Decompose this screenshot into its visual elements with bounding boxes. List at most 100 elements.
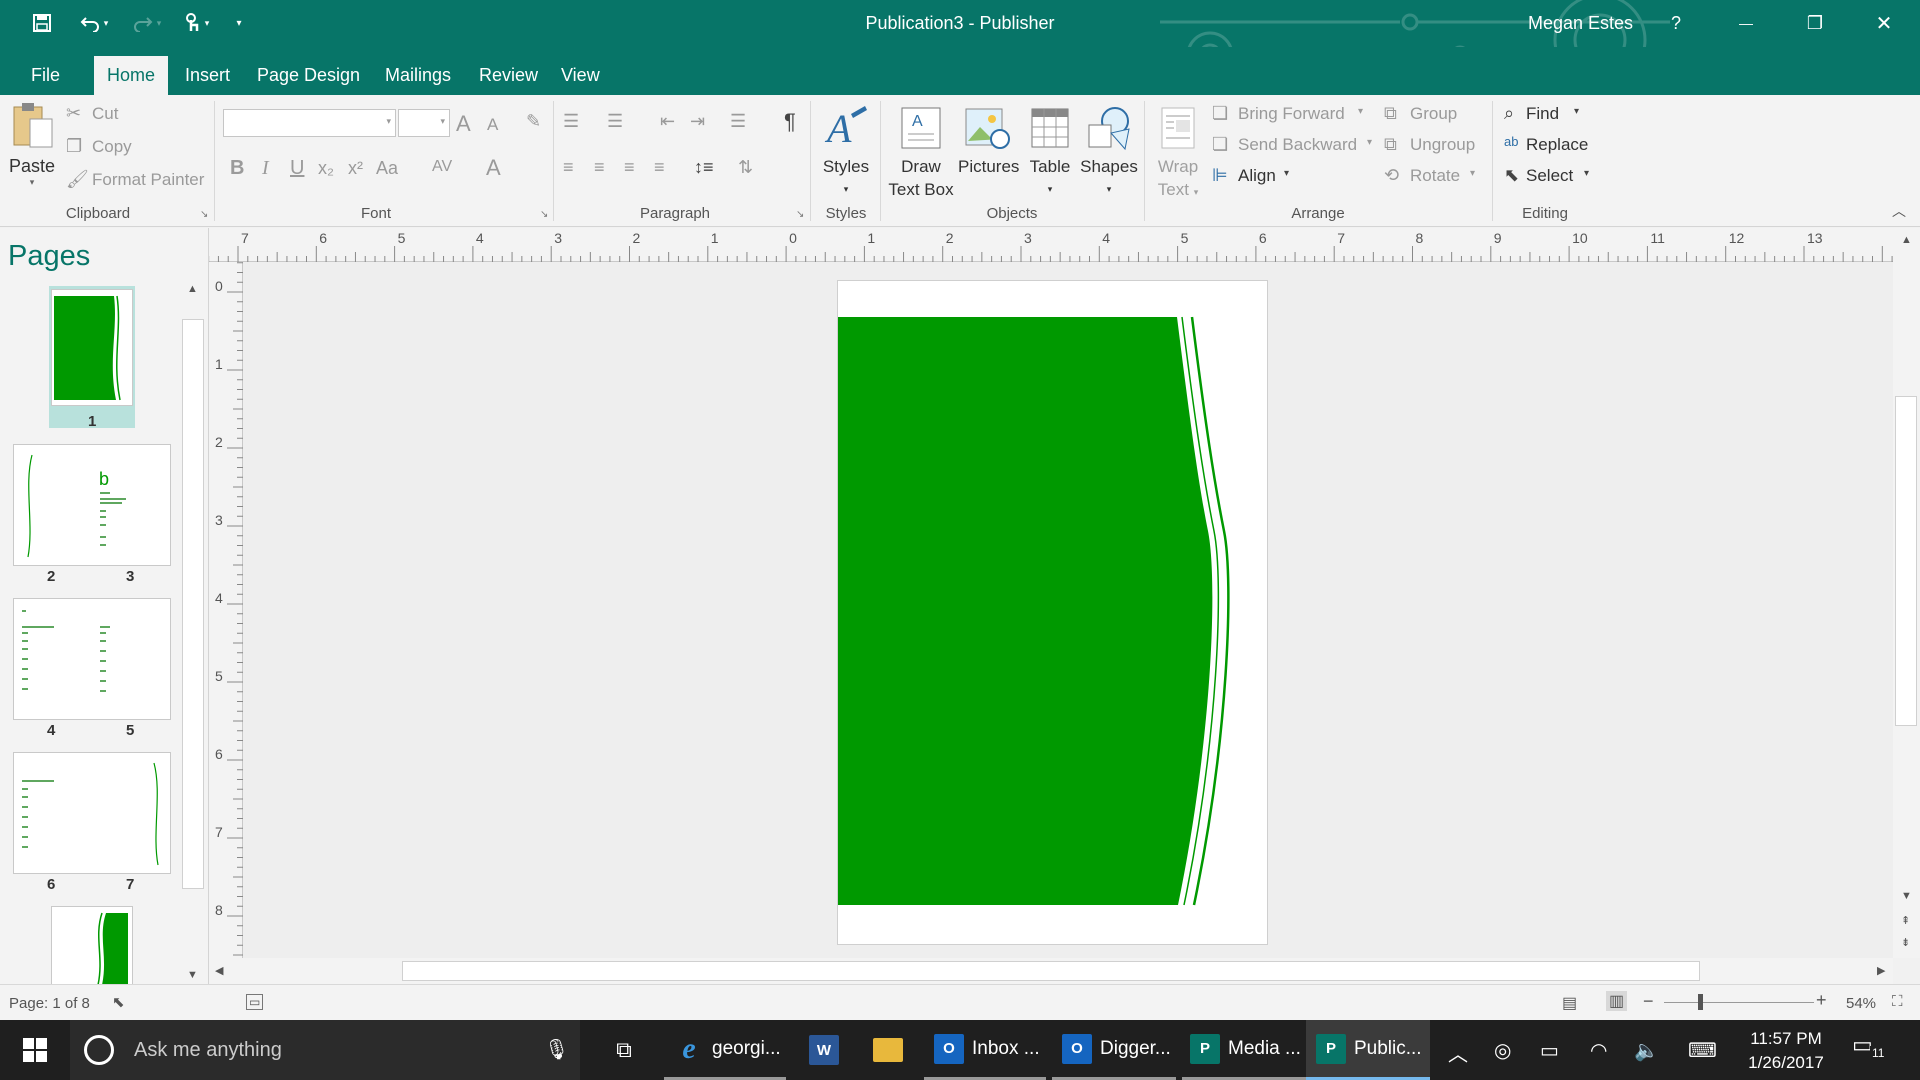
single-page-view-icon[interactable]: ▤ — [1562, 993, 1577, 1013]
horizontal-scrollbar-thumb[interactable] — [402, 961, 1700, 981]
dialog-launcher-icon[interactable]: ↘ — [796, 209, 804, 220]
zoom-level[interactable]: 54% — [1846, 995, 1876, 1012]
paste-button[interactable]: Paste ▾ — [6, 101, 58, 201]
collapse-ribbon-icon[interactable]: ︿ — [1892, 201, 1906, 221]
shapes-button[interactable]: Shapes ▾ — [1078, 101, 1140, 201]
line-spacing-icon[interactable]: ↕≡ — [694, 157, 714, 178]
two-page-view-icon[interactable]: ▥ — [1606, 991, 1628, 1011]
show-hidden-icons-icon[interactable]: ︿ — [1448, 1038, 1468, 1067]
battery-icon[interactable]: ▭ — [1540, 1038, 1559, 1063]
search-input[interactable]: Ask me anything — [134, 1039, 282, 1062]
font-color-button[interactable]: A — [486, 155, 501, 181]
redo-button[interactable]: ▾ — [124, 10, 170, 36]
zoom-slider[interactable] — [1664, 994, 1814, 1010]
minimize-button[interactable]: — — [1723, 4, 1769, 42]
scroll-up-icon[interactable]: ▲ — [187, 283, 198, 295]
tab-home[interactable]: Home — [94, 56, 169, 95]
zoom-slider-thumb[interactable] — [1698, 994, 1703, 1010]
show-formatting-button[interactable]: ¶ — [784, 109, 796, 135]
taskbar-app-word[interactable]: W — [796, 1020, 852, 1080]
italic-button[interactable]: I — [262, 157, 269, 180]
save-button[interactable] — [28, 10, 56, 36]
align-left-icon[interactable]: ≡ — [563, 157, 574, 178]
tab-file[interactable]: File — [18, 56, 73, 95]
change-case-button[interactable]: Aa — [376, 158, 398, 179]
previous-page-icon[interactable]: ⇞ — [1901, 914, 1910, 927]
volume-icon[interactable]: 🔈 — [1634, 1038, 1659, 1063]
decrease-indent-icon[interactable]: ⇤ — [660, 111, 675, 132]
start-button[interactable] — [0, 1020, 70, 1080]
page-thumbnail-6-7[interactable] — [13, 752, 171, 874]
taskbar-app-edge[interactable]: e georgi... — [664, 1020, 786, 1080]
bold-button[interactable]: B — [230, 157, 244, 180]
tab-insert[interactable]: Insert — [172, 56, 243, 95]
character-spacing-button[interactable]: AV — [432, 158, 452, 176]
dialog-launcher-icon[interactable]: ↘ — [540, 209, 548, 220]
horizontal-ruler[interactable]: 7 6 5 4 3 2 1 0 1 2 3 4 5 6 7 8 9 10 11 12 13 — [159, 228, 1893, 262]
touch-mode-button[interactable]: ▾ — [176, 10, 216, 36]
font-name-combo[interactable]: ▾ — [223, 109, 396, 137]
publication-page[interactable] — [837, 280, 1268, 945]
grow-font-button[interactable]: A — [456, 111, 471, 137]
horizontal-scrollbar[interactable]: ◀ ▶ — [209, 958, 1893, 984]
zoom-out-button[interactable]: − — [1643, 991, 1654, 1012]
clear-formatting-icon[interactable]: ✎ — [526, 111, 541, 132]
vertical-scrollbar[interactable]: ▲ ▼ ⇞ ⇟ — [1893, 228, 1920, 958]
bullets-icon[interactable]: ☰ — [563, 111, 579, 132]
dialog-launcher-icon[interactable]: ↘ — [200, 209, 208, 220]
tab-view[interactable]: View — [548, 56, 613, 95]
pages-scrollbar[interactable]: ▲ ▼ — [182, 283, 206, 983]
customize-qat-button[interactable]: ▾ — [230, 10, 248, 36]
next-page-icon[interactable]: ⇟ — [1901, 936, 1910, 949]
microphone-icon[interactable]: 🎙 — [544, 1037, 569, 1062]
align-center-icon[interactable]: ≡ — [594, 157, 605, 178]
draw-text-box-button[interactable]: A Draw Text Box — [888, 101, 954, 201]
increase-indent-icon[interactable]: ⇥ — [690, 111, 705, 132]
page-thumbnail-1[interactable] — [51, 289, 133, 406]
vertical-ruler[interactable]: 0 1 2 3 4 5 6 7 8 — [209, 262, 243, 958]
scrollbar-thumb[interactable] — [182, 319, 204, 889]
page-info[interactable]: Page: 1 of 8 — [9, 995, 90, 1012]
keyboard-icon[interactable]: ⌨ — [1688, 1038, 1717, 1063]
user-name[interactable]: Megan Estes — [1528, 13, 1633, 34]
shrink-font-button[interactable]: A — [487, 115, 498, 135]
action-center-button[interactable]: ▭ 11 — [1852, 1032, 1896, 1068]
scroll-right-icon[interactable]: ▶ — [1877, 964, 1885, 977]
sync-icon[interactable]: ◎ — [1494, 1038, 1511, 1063]
scroll-up-icon[interactable]: ▲ — [1901, 234, 1912, 246]
scroll-down-icon[interactable]: ▼ — [187, 969, 198, 981]
tab-review[interactable]: Review — [466, 56, 551, 95]
scroll-left-icon[interactable]: ◀ — [215, 964, 223, 977]
vertical-scrollbar-thumb[interactable] — [1895, 396, 1917, 726]
scroll-down-icon[interactable]: ▼ — [1901, 890, 1912, 902]
styles-button[interactable]: A Styles ▾ — [818, 101, 874, 201]
fit-page-icon[interactable]: ⛶ — [1892, 993, 1903, 1010]
align-right-icon[interactable]: ≡ — [624, 157, 635, 178]
undo-button[interactable]: ▾ — [70, 10, 118, 36]
underline-button[interactable]: U — [290, 157, 304, 180]
tab-page-design[interactable]: Page Design — [244, 56, 373, 95]
restore-button[interactable]: ❐ — [1792, 4, 1838, 42]
numbering-icon[interactable]: ☰ — [607, 111, 623, 132]
help-button[interactable]: ? — [1653, 4, 1699, 42]
pictures-button[interactable]: Pictures — [958, 101, 1019, 178]
page-thumbnail-8[interactable] — [51, 906, 133, 984]
close-button[interactable]: ✕ — [1861, 4, 1907, 42]
taskbar-app-outlook-inbox[interactable]: O Inbox ... — [924, 1020, 1046, 1080]
justify-icon[interactable]: ≡ — [654, 157, 665, 178]
page-thumbnail-4-5[interactable] — [13, 598, 171, 720]
clock[interactable]: 11:57 PM 1/26/2017 — [1738, 1027, 1834, 1075]
paragraph-spacing-icon[interactable]: ⇅ — [738, 157, 753, 178]
taskbar-app-publisher-publication[interactable]: P Public... — [1306, 1020, 1430, 1080]
taskbar-app-outlook-digger[interactable]: O Digger... — [1052, 1020, 1176, 1080]
zoom-in-button[interactable]: + — [1816, 990, 1827, 1011]
columns-icon[interactable]: ☰ — [730, 111, 746, 132]
tab-mailings[interactable]: Mailings — [372, 56, 464, 95]
taskbar-app-file-explorer[interactable] — [860, 1020, 916, 1080]
wrap-text-button[interactable]: Wrap Text ▾ — [1150, 101, 1206, 204]
subscript-button[interactable]: x₂ — [318, 158, 334, 179]
document-canvas[interactable] — [243, 262, 1893, 958]
page-thumbnail-2-3[interactable]: b — [13, 444, 171, 566]
wifi-icon[interactable]: ◠ — [1590, 1038, 1607, 1063]
taskbar-app-publisher-media[interactable]: P Media ... — [1182, 1020, 1306, 1080]
